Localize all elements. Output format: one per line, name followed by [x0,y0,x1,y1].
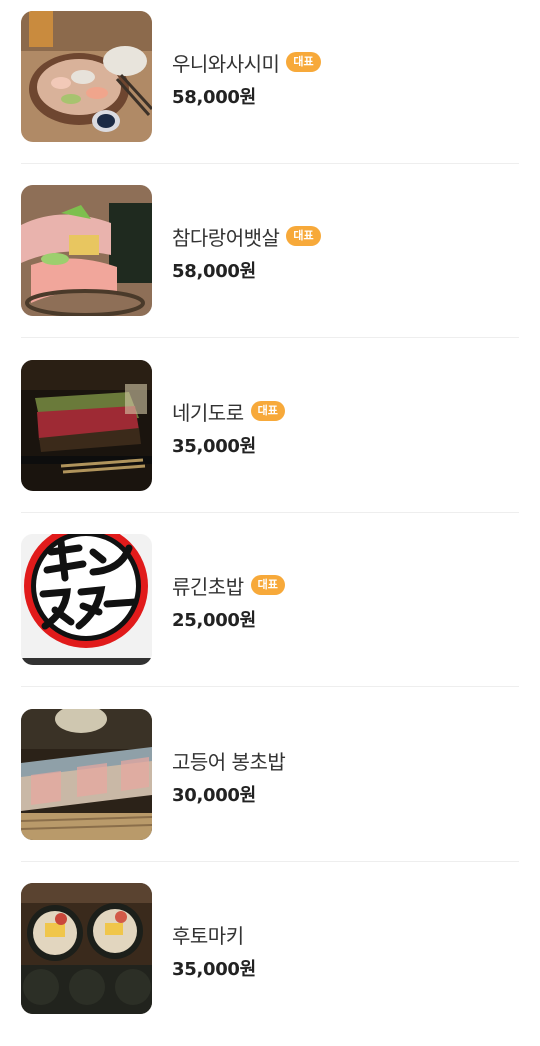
menu-item-uni-sashimi[interactable]: 우니와사시미 대표 58,000원 [0,0,540,174]
divider [21,337,519,338]
menu-item-name: 우니와사시미 [172,51,280,76]
menu-item-name: 후토마키 [172,923,244,948]
menu-item-mackerel-bo-sushi[interactable]: 고등어 봉초밥 30,000원 [0,698,540,872]
menu-item-price: 25,000원 [172,610,256,631]
menu-item-price: 35,000원 [172,959,256,980]
menu-item-title: 참다랑어뱃살 대표 [172,223,321,250]
menu-item-name: 참다랑어뱃살 [172,225,280,250]
mackerel-bo-sushi-photo [21,709,152,840]
menu-item-name: 네기도로 [172,400,244,425]
menu-item-price: 35,000원 [172,436,256,457]
divider [21,686,519,687]
menu-item-title: 후토마키 [172,921,244,948]
menu-item-price: 58,000원 [172,87,256,108]
signature-badge: 대표 [250,575,285,595]
signature-badge: 대표 [286,226,321,246]
monstar-logo-image [21,534,152,665]
menu-item-ryugin-sushi[interactable]: 류긴초밥 대표 25,000원 [0,523,540,697]
menu-item-name: 고등어 봉초밥 [172,749,286,774]
menu-item-price: 58,000원 [172,261,256,282]
divider [21,163,519,164]
menu-item-futomaki[interactable]: 후토마키 35,000원 [0,872,540,1046]
signature-badge: 대표 [250,401,285,421]
divider [21,861,519,862]
uni-sashimi-photo [21,11,152,142]
menu-item-price: 30,000원 [172,785,256,806]
menu-item-title: 류긴초밥 대표 [172,572,285,599]
signature-badge: 대표 [286,52,321,72]
menu-item-title: 네기도로 대표 [172,398,285,425]
menu-item-title: 우니와사시미 대표 [172,49,321,76]
menu-item-tuna-belly[interactable]: 참다랑어뱃살 대표 58,000원 [0,174,540,348]
menu-item-title: 고등어 봉초밥 [172,747,286,774]
menu-item-name: 류긴초밥 [172,574,244,599]
negitoro-photo [21,360,152,491]
tuna-belly-photo [21,185,152,316]
menu-item-negitoro[interactable]: 네기도로 대표 35,000원 [0,349,540,523]
divider [21,512,519,513]
futomaki-photo [21,883,152,1014]
